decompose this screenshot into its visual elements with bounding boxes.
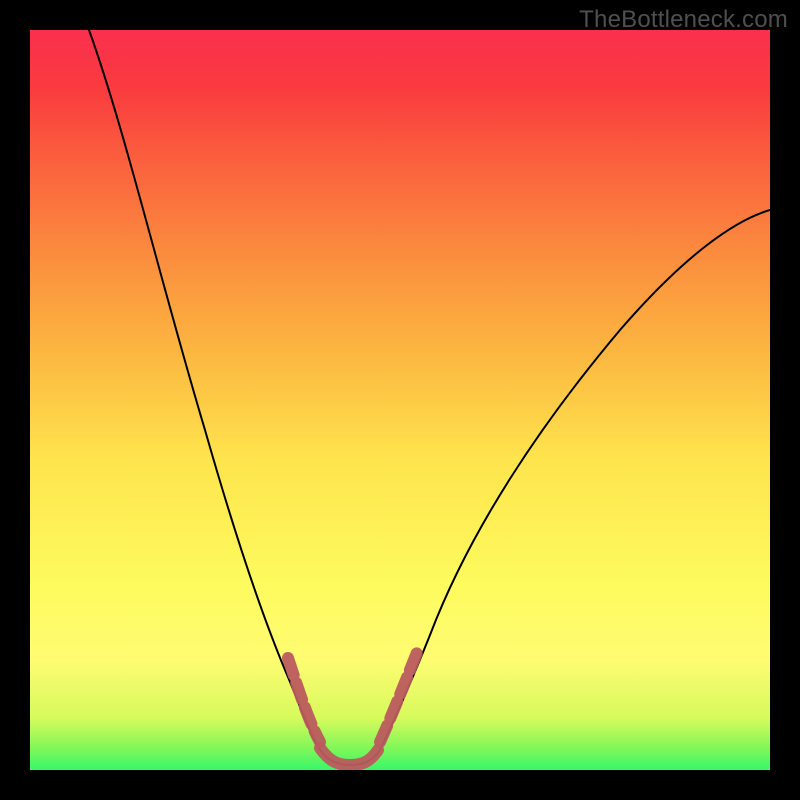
- valley-highlight-right: [380, 650, 418, 742]
- valley-highlight-bottom: [320, 748, 378, 765]
- chart-area: [30, 30, 770, 770]
- bottleneck-curve: [89, 30, 770, 765]
- watermark-text: TheBottleneck.com: [579, 6, 788, 34]
- bottleneck-chart: [30, 30, 770, 770]
- valley-highlight-left: [288, 658, 320, 742]
